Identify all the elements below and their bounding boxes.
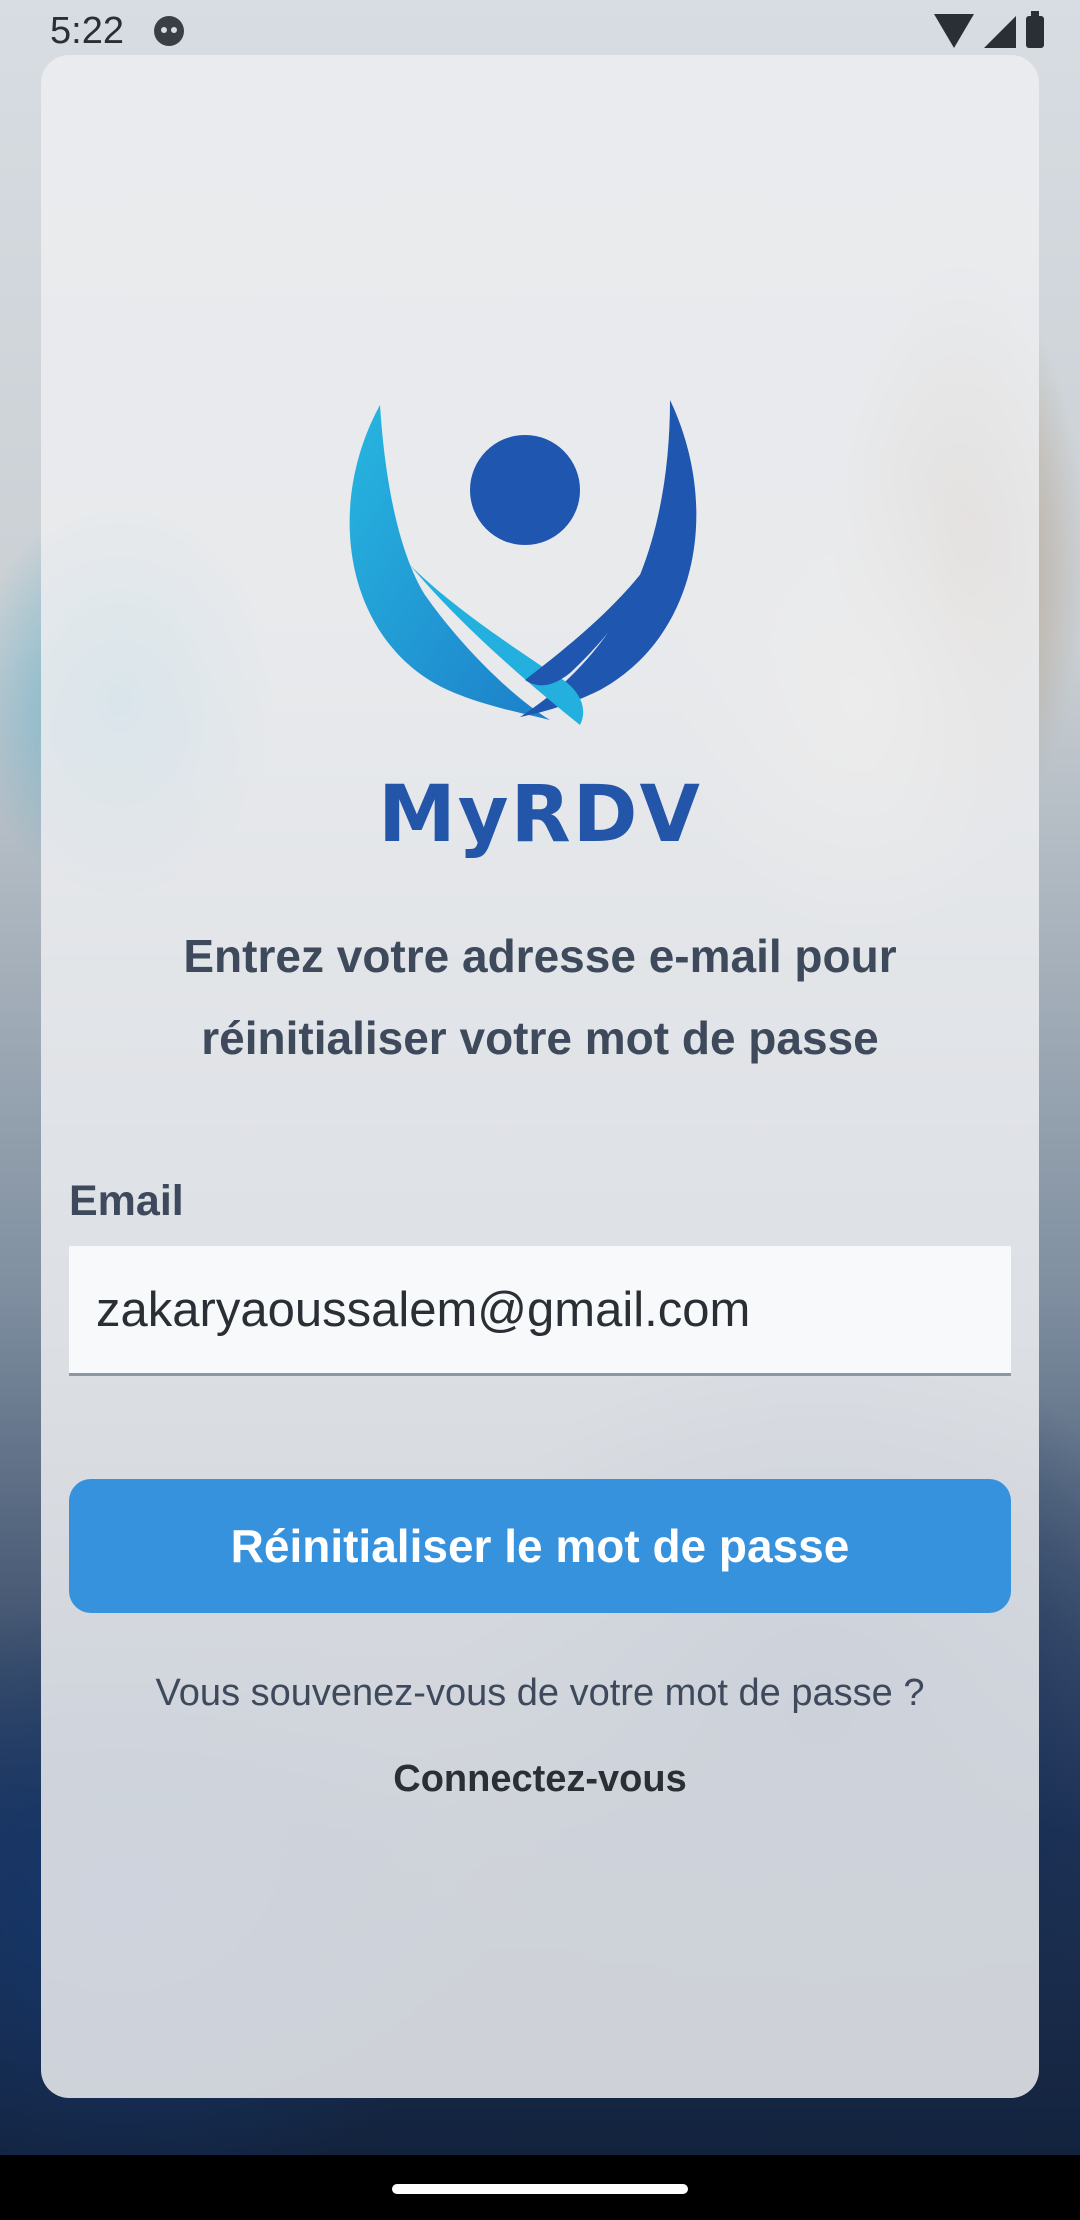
signal-icon [984, 16, 1016, 48]
myrdv-logo-icon [349, 400, 697, 725]
reset-password-button[interactable]: Réinitialiser le mot de passe [69, 1479, 1011, 1613]
email-label: Email [69, 1177, 184, 1225]
instruction-text: Entrez votre adresse e-mail pour réiniti… [183, 930, 897, 1064]
wifi-icon [934, 14, 974, 48]
status-icons [934, 11, 1044, 48]
login-link[interactable]: Connectez-vous [0, 1758, 1080, 1801]
battery-icon [1026, 11, 1044, 48]
home-gesture-handle[interactable] [392, 2184, 688, 2194]
brand-name: MyRDV [378, 770, 702, 860]
status-time: 5:22 [50, 10, 124, 52]
face-icon [154, 16, 184, 46]
email-field[interactable] [69, 1246, 1011, 1376]
remember-password-text: Vous souvenez-vous de votre mot de passe… [155, 1672, 925, 1714]
